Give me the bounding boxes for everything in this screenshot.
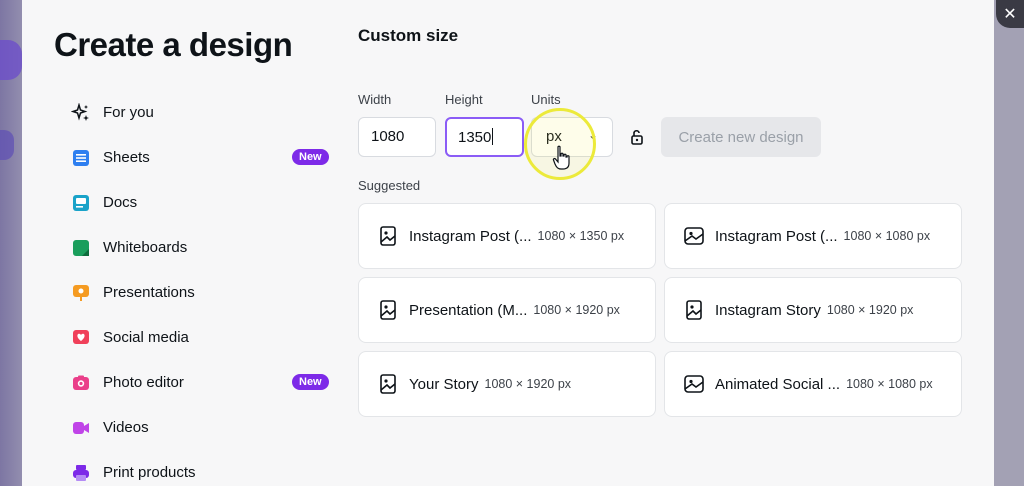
nav-item-presentations[interactable]: Presentations bbox=[70, 270, 315, 315]
suggested-card[interactable]: Instagram Post (... 1080 × 1080 px bbox=[664, 203, 962, 269]
portrait-image-icon bbox=[377, 373, 399, 395]
card-name: Presentation (M... bbox=[409, 301, 528, 319]
portrait-image-icon bbox=[683, 299, 705, 321]
nav-item-photo-editor[interactable]: Photo editor New bbox=[70, 360, 329, 405]
image-icon bbox=[683, 373, 705, 395]
card-name: Animated Social ... bbox=[715, 375, 841, 393]
custom-size-title: Custom size bbox=[358, 26, 459, 45]
nav-item-print-products[interactable]: Print products bbox=[70, 450, 315, 486]
create-design-modal: Create a design For you Sheets New Docs bbox=[22, 0, 994, 486]
nav-item-sheets[interactable]: Sheets New bbox=[70, 135, 329, 180]
nav-label: Whiteboards bbox=[103, 239, 188, 256]
card-dimensions: 1080 × 1920 px bbox=[826, 303, 914, 317]
new-badge: New bbox=[292, 149, 329, 165]
heart-icon bbox=[70, 327, 92, 349]
hand-cursor-icon bbox=[552, 145, 572, 178]
suggested-card[interactable]: Instagram Story 1080 × 1920 px bbox=[664, 277, 962, 343]
sparkle-icon bbox=[70, 102, 92, 124]
card-name: Instagram Post (... bbox=[715, 227, 838, 245]
backdrop-shape bbox=[994, 0, 1024, 486]
nav-item-videos[interactable]: Videos bbox=[70, 405, 315, 450]
nav-label: For you bbox=[103, 104, 154, 121]
sheets-icon bbox=[70, 147, 92, 169]
nav-label: Social media bbox=[103, 329, 189, 346]
backdrop-shape bbox=[0, 40, 22, 80]
width-input[interactable]: 1080 bbox=[358, 117, 436, 157]
nav-item-for-you[interactable]: For you bbox=[70, 90, 315, 135]
suggested-card[interactable]: Animated Social ... 1080 × 1080 px bbox=[664, 351, 962, 417]
nav-label: Presentations bbox=[103, 284, 195, 301]
suggested-card[interactable]: Presentation (M... 1080 × 1920 px bbox=[358, 277, 656, 343]
card-name: Instagram Story bbox=[715, 301, 821, 319]
card-dimensions: 1080 × 1080 px bbox=[846, 377, 933, 391]
nav-label: Videos bbox=[103, 419, 149, 436]
height-label: Height bbox=[445, 92, 483, 107]
card-dimensions: 1080 × 1080 px bbox=[843, 229, 931, 243]
lock-icon[interactable] bbox=[628, 127, 650, 149]
whiteboard-icon bbox=[70, 237, 92, 259]
card-dimensions: 1080 × 1920 px bbox=[484, 377, 572, 391]
nav-label: Sheets bbox=[103, 149, 150, 166]
nav-label: Photo editor bbox=[103, 374, 184, 391]
width-label: Width bbox=[358, 92, 392, 107]
text-caret bbox=[492, 128, 494, 145]
suggested-label: Suggested bbox=[358, 178, 421, 193]
new-badge: New bbox=[292, 374, 329, 390]
camera-icon bbox=[70, 372, 92, 394]
print-icon bbox=[70, 462, 92, 484]
card-dimensions: 1080 × 1350 px bbox=[537, 229, 625, 243]
nav-item-social-media[interactable]: Social media bbox=[70, 315, 315, 360]
close-icon[interactable]: ✕ bbox=[996, 0, 1024, 28]
width-value: 1080 bbox=[371, 128, 405, 145]
video-icon bbox=[70, 417, 92, 439]
backdrop-shape bbox=[0, 130, 14, 160]
units-label: Units bbox=[531, 92, 561, 107]
create-new-design-button[interactable]: Create new design bbox=[661, 117, 821, 157]
modal-title: Create a design bbox=[54, 26, 293, 63]
presentation-icon bbox=[70, 282, 92, 304]
nav-item-docs[interactable]: Docs bbox=[70, 180, 315, 225]
card-dimensions: 1080 × 1920 px bbox=[533, 303, 620, 317]
nav-label: Print products bbox=[103, 464, 196, 481]
docs-icon bbox=[70, 192, 92, 214]
height-input[interactable]: 1350 bbox=[445, 117, 524, 157]
suggested-card[interactable]: Instagram Post (... 1080 × 1350 px bbox=[358, 203, 656, 269]
card-name: Your Story bbox=[409, 375, 479, 393]
design-type-nav: For you Sheets New Docs Whiteboards Pres… bbox=[70, 90, 329, 486]
image-icon bbox=[683, 225, 705, 247]
portrait-image-icon bbox=[377, 299, 399, 321]
portrait-image-icon bbox=[377, 225, 399, 247]
nav-item-whiteboards[interactable]: Whiteboards bbox=[70, 225, 315, 270]
height-value: 1350 bbox=[458, 129, 492, 146]
nav-label: Docs bbox=[103, 194, 138, 211]
suggested-card[interactable]: Your Story 1080 × 1920 px bbox=[358, 351, 656, 417]
card-name: Instagram Post (... bbox=[409, 227, 532, 245]
